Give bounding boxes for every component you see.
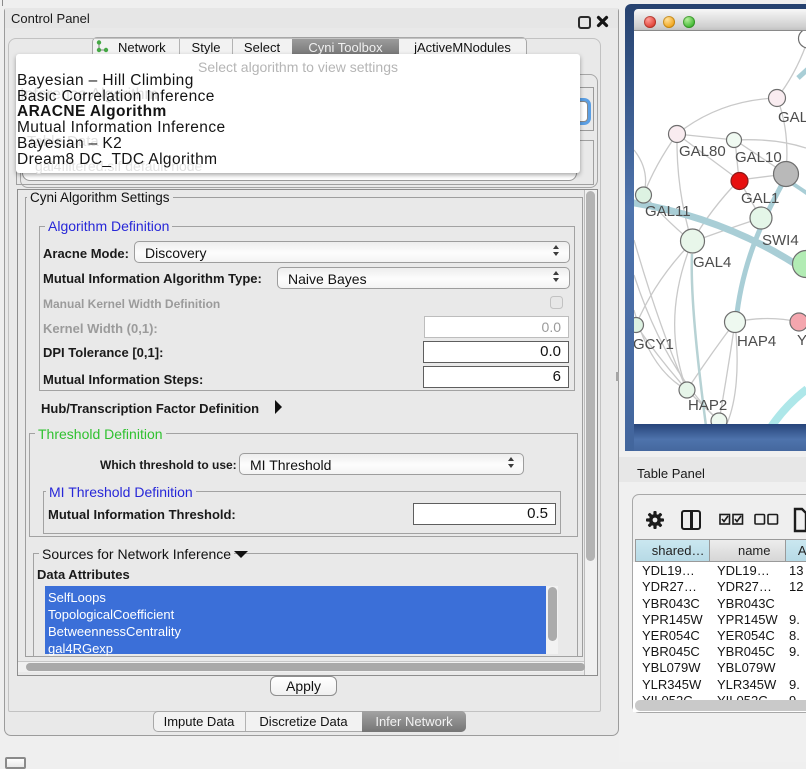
svg-text:SWI4: SWI4 <box>762 232 799 249</box>
svg-text:Y: Y <box>797 332 806 349</box>
svg-text:GAL1: GAL1 <box>741 190 779 207</box>
svg-text:GAL10: GAL10 <box>735 149 782 166</box>
svg-text:GAL7: GAL7 <box>778 109 806 126</box>
svg-text:GAL11: GAL11 <box>645 203 691 220</box>
svg-text:HAP2: HAP2 <box>688 397 727 414</box>
svg-text:GAL4: GAL4 <box>693 254 731 271</box>
svg-text:GCY1: GCY1 <box>634 336 674 353</box>
svg-text:HAP4: HAP4 <box>737 333 776 350</box>
svg-text:GAL80: GAL80 <box>679 143 726 160</box>
